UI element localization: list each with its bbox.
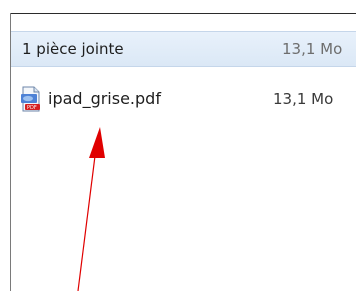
svg-text:PDF: PDF xyxy=(27,105,37,111)
attachment-panel: 1 pièce jointe 13,1 Mo PDF ipad_grise.pd… xyxy=(0,0,356,291)
panel-top-border xyxy=(10,13,356,14)
pdf-file-icon: PDF xyxy=(21,86,40,112)
attachment-file-size: 13,1 Mo xyxy=(273,90,334,108)
attachment-count-label: 1 pièce jointe xyxy=(22,40,124,58)
attachments-header[interactable]: 1 pièce jointe 13,1 Mo xyxy=(11,31,356,67)
attachment-item[interactable]: PDF ipad_grise.pdf 13,1 Mo xyxy=(11,82,356,116)
attachment-total-size: 13,1 Mo xyxy=(282,40,343,58)
attachment-file-name[interactable]: ipad_grise.pdf xyxy=(48,89,161,108)
